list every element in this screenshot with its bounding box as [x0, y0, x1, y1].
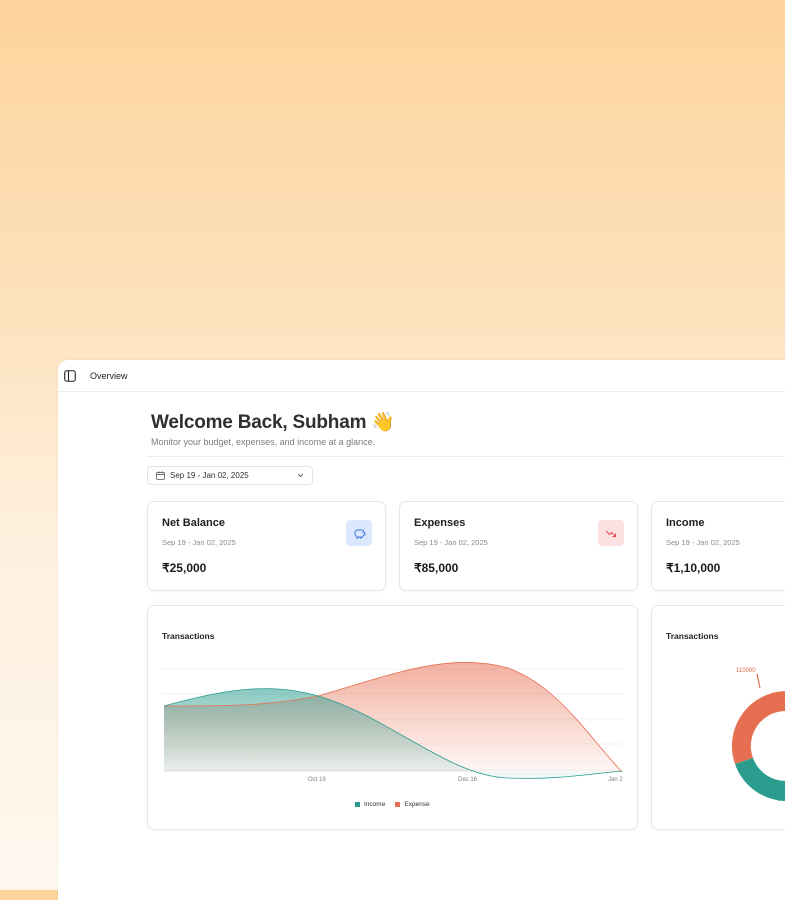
app-window: Overview Welcome Back, Subham 👋 Monitor …	[58, 360, 785, 900]
piggy-bank-icon	[346, 520, 372, 546]
calendar-icon	[156, 471, 165, 480]
donut-label-line	[756, 673, 761, 689]
card-title: Expenses	[414, 517, 466, 529]
sidebar-toggle-icon[interactable]	[64, 369, 76, 382]
legend-label: Income	[364, 801, 386, 808]
x-tick-label: Oct 19	[308, 777, 326, 783]
page-header: Welcome Back, Subham 👋 Monitor your budg…	[151, 410, 395, 447]
area-chart	[162, 662, 623, 779]
card-date-range: Sep 19 - Jan 02, 2025	[162, 538, 236, 547]
chart-legend: Income Expense	[355, 801, 430, 808]
expenses-card: Expenses Sep 19 - Jan 02, 2025 ₹85,000	[399, 501, 638, 591]
card-date-range: Sep 19 - Jan 02, 2025	[414, 538, 488, 547]
legend-item-income: Income	[355, 801, 385, 808]
date-range-picker[interactable]: Sep 19 - Jan 02, 2025	[147, 466, 313, 485]
net-balance-card: Net Balance Sep 19 - Jan 02, 2025 ₹25,00…	[147, 501, 386, 591]
legend-label: Expense	[404, 801, 430, 808]
transactions-area-chart-card: Transactions Oct 19 Dec 16 Jan 2 Income …	[147, 605, 638, 830]
divider	[147, 456, 785, 457]
donut-chart: 110000	[731, 668, 785, 802]
trending-down-icon	[598, 520, 624, 546]
income-card: Income Sep 19 - Jan 02, 2025 ₹1,10,000	[651, 501, 785, 591]
card-title: Net Balance	[162, 517, 225, 529]
card-amount: ₹85,000	[414, 561, 459, 575]
x-tick-label: Dec 16	[458, 777, 478, 783]
card-title: Income	[666, 517, 705, 529]
donut-slice-expense	[731, 691, 785, 764]
legend-swatch	[355, 801, 360, 807]
card-date-range: Sep 19 - Jan 02, 2025	[666, 538, 740, 547]
top-bar: Overview	[58, 360, 785, 392]
x-tick-label: Jan 2	[608, 777, 623, 783]
donut-slice-label: 110000	[736, 668, 756, 674]
transactions-donut-chart-card: Transactions 110000	[651, 605, 785, 830]
card-amount: ₹1,10,000	[666, 561, 721, 575]
breadcrumb[interactable]: Overview	[90, 371, 128, 381]
page-subtitle: Monitor your budget, expenses, and incom…	[151, 437, 376, 447]
card-amount: ₹25,000	[162, 561, 207, 575]
chevron-down-icon	[297, 473, 304, 478]
page-title: Welcome Back, Subham 👋	[151, 412, 395, 433]
legend-swatch	[395, 801, 401, 807]
legend-item-expense: Expense	[395, 801, 430, 808]
date-range-value: Sep 19 - Jan 02, 2025	[170, 471, 249, 480]
